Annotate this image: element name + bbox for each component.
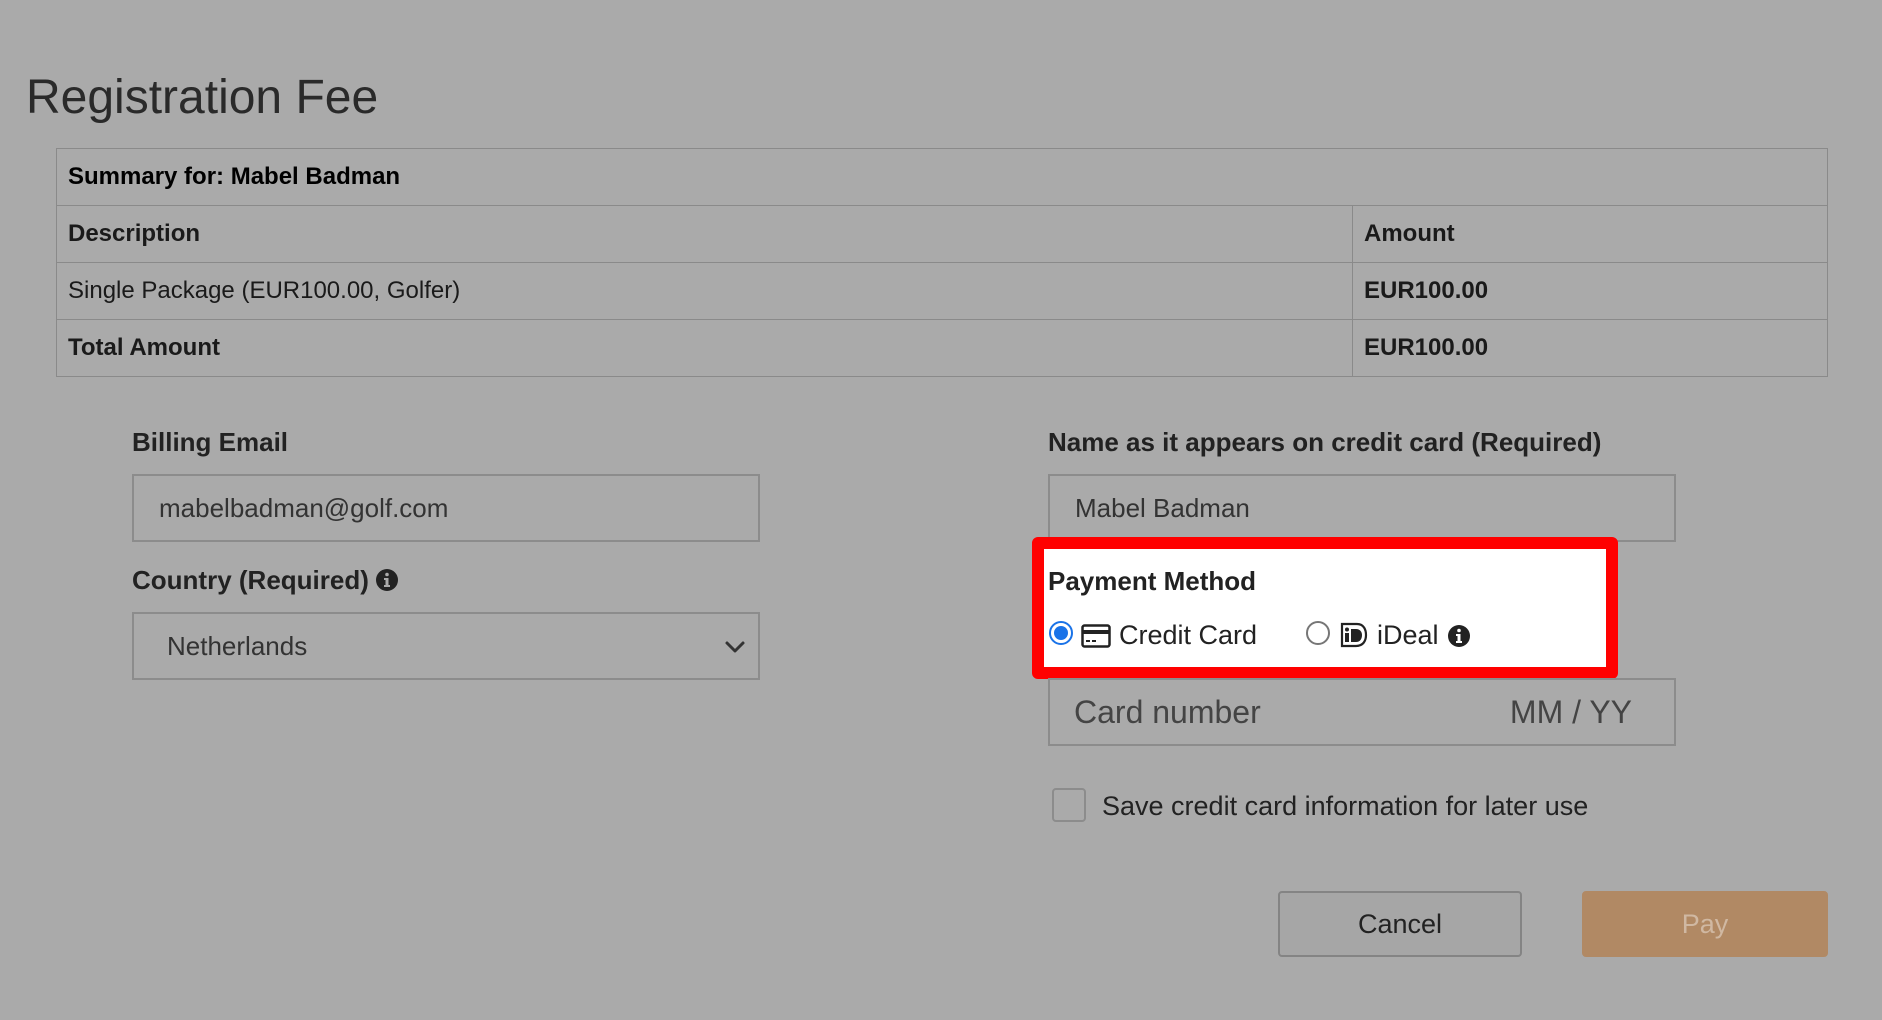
summary-header-row: Summary for: Mabel Badman [56,148,1828,206]
credit-card-icon [1081,624,1111,648]
payment-method-highlight [1032,537,1618,679]
total-amount: EUR100.00 [1352,319,1828,377]
column-header-amount: Amount [1352,205,1828,263]
card-expiry-placeholder[interactable]: MM / YY [1510,694,1632,731]
country-label: Country (Required) [132,565,399,596]
country-value: Netherlands [167,630,308,661]
card-number-input[interactable]: Card number MM / YY [1048,678,1676,746]
total-label: Total Amount [56,319,1353,377]
total-row: Total Amount EUR100.00 [56,319,1828,377]
save-card-label[interactable]: Save credit card information for later u… [1102,791,1588,822]
row-amount: EUR100.00 [1352,262,1828,320]
credit-card-radio[interactable] [1049,621,1073,645]
ideal-logo-icon [1340,622,1368,648]
info-icon[interactable] [1447,624,1471,648]
chevron-down-icon [725,641,745,653]
ideal-option-label[interactable]: iDeal [1377,620,1439,651]
column-header-row: Description Amount [56,205,1828,263]
page-title: Registration Fee [26,71,379,124]
card-name-label: Name as it appears on credit card (Requi… [1048,427,1602,457]
billing-email-value: mabelbadman@golf.com [159,492,449,523]
info-icon[interactable] [375,568,399,592]
country-select[interactable]: Netherlands [132,612,760,680]
card-number-placeholder: Card number [1074,694,1261,730]
summary-header: Summary for: Mabel Badman [56,148,1828,206]
card-name-value: Mabel Badman [1075,492,1250,523]
billing-email-label: Billing Email [132,427,289,457]
summary-table: Summary for: Mabel Badman Description Am… [56,148,1828,377]
row-description: Single Package (EUR100.00, Golfer) [56,262,1353,320]
billing-email-input[interactable]: mabelbadman@golf.com [132,474,760,542]
column-header-description: Description [56,205,1353,263]
credit-card-option-label[interactable]: Credit Card [1119,620,1257,651]
cancel-button[interactable]: Cancel [1278,891,1522,957]
payment-method-label: Payment Method [1048,566,1257,596]
card-name-input[interactable]: Mabel Badman [1048,474,1676,542]
table-row: Single Package (EUR100.00, Golfer) EUR10… [56,262,1828,320]
country-label-text: Country (Required) [132,565,369,595]
pay-button[interactable]: Pay [1582,891,1828,957]
save-card-checkbox[interactable] [1052,788,1086,822]
ideal-radio[interactable] [1306,621,1330,645]
